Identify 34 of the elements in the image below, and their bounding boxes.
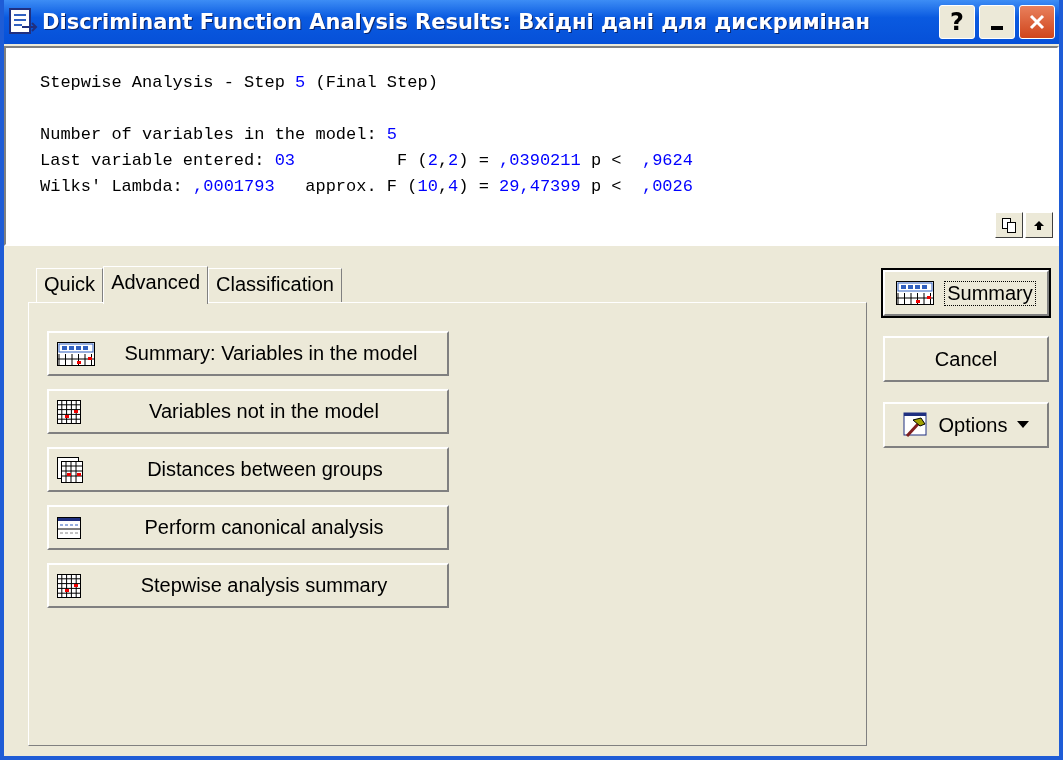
- action-button[interactable]: Variables not in the model: [47, 389, 449, 434]
- tab[interactable]: Quick: [36, 268, 104, 302]
- close-button[interactable]: [1019, 5, 1055, 39]
- dropdown-caret-icon: [1017, 421, 1030, 429]
- action-button[interactable]: Stepwise analysis summary: [47, 563, 449, 608]
- copy-icon: [1001, 217, 1017, 233]
- action-button[interactable]: Distances between groups: [47, 447, 449, 492]
- output-line: Number of variables in the model: 5: [40, 124, 399, 146]
- close-icon: [1028, 13, 1046, 31]
- output-line: Stepwise Analysis - Step 5 (Final Step): [40, 72, 439, 94]
- summary-table-icon: [896, 281, 935, 305]
- stacked-tables-icon: [57, 456, 83, 483]
- hammer-icon: [902, 412, 929, 438]
- collapse-button[interactable]: [1025, 212, 1053, 238]
- output-line: Last variable entered: 03 F (2,2) = ,0390211 p < ,9624: [40, 150, 694, 172]
- action-button[interactable]: Summary: Variables in the model: [47, 331, 449, 376]
- up-arrow-icon: [1033, 219, 1045, 231]
- help-button[interactable]: ?: [939, 5, 975, 39]
- app-icon: [8, 7, 38, 37]
- minimize-icon: [991, 26, 1003, 30]
- cancel-button[interactable]: Cancel: [883, 336, 1049, 382]
- window-title: Discriminant Function Analysis Results: Вхідні дані для дискримінан: [42, 10, 871, 34]
- options-button[interactable]: Options: [883, 402, 1049, 448]
- summary-table-icon: [57, 341, 95, 366]
- output-line: Wilks' Lambda: ,0001793 approx. F (10,4) = 29,47399 p < ,0026: [40, 176, 694, 198]
- tab[interactable]: Advanced: [103, 266, 209, 304]
- summary-button[interactable]: Summary: [883, 270, 1049, 316]
- tab[interactable]: Classification: [208, 268, 342, 302]
- copy-button[interactable]: [995, 212, 1023, 238]
- form-icon: [57, 516, 81, 539]
- table-icon: [57, 399, 81, 424]
- table-icon: [57, 573, 81, 598]
- action-button[interactable]: Perform canonical analysis: [47, 505, 449, 550]
- minimize-button[interactable]: [979, 5, 1015, 39]
